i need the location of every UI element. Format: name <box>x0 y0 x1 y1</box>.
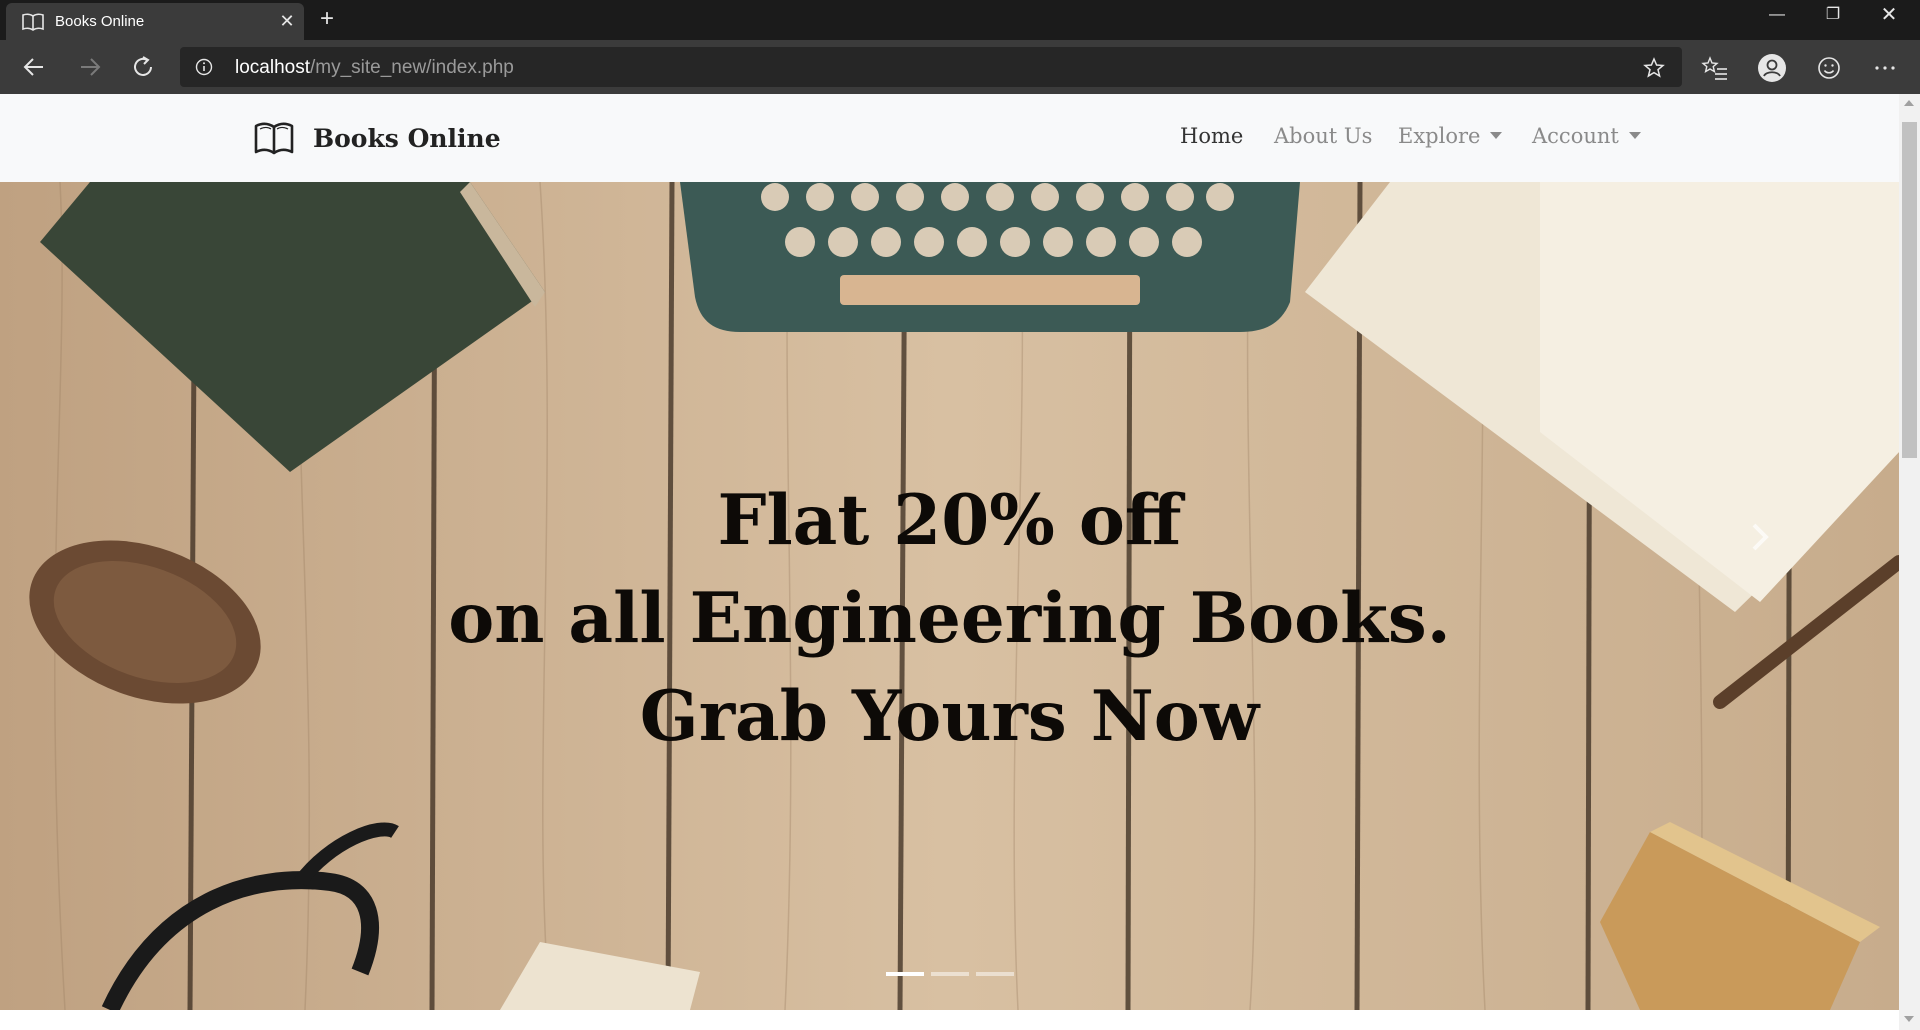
carousel-indicator[interactable] <box>931 972 969 976</box>
reload-icon[interactable] <box>126 50 162 84</box>
scroll-down-arrow-icon[interactable] <box>1904 1016 1914 1022</box>
chevron-right-icon[interactable] <box>1740 517 1780 557</box>
scroll-thumb[interactable] <box>1902 122 1917 458</box>
site-navbar: Books Online Home About Us Explore Accou… <box>0 94 1899 182</box>
tab-close-icon[interactable]: ✕ <box>277 11 297 31</box>
browser-tab[interactable]: Books Online ✕ <box>6 3 304 40</box>
brand-name: Books Online <box>313 124 501 153</box>
back-arrow-icon[interactable] <box>16 50 52 84</box>
book-open-icon <box>254 122 294 155</box>
nav-about-link[interactable]: About Us <box>1274 124 1372 148</box>
close-window-button[interactable]: ✕ <box>1866 0 1912 32</box>
more-icon[interactable] <box>1870 53 1900 83</box>
nav-account-dropdown[interactable]: Account <box>1532 124 1641 148</box>
forward-arrow-icon[interactable] <box>72 50 108 84</box>
hero-line-3: Grab Yours Now <box>639 676 1260 757</box>
new-tab-button[interactable]: + <box>314 6 340 32</box>
hero-caption: Flat 20% off on all Engineering Books. G… <box>0 472 1899 766</box>
maximize-button[interactable]: ❐ <box>1810 0 1856 32</box>
browser-tab-bar: Books Online ✕ + — ❐ ✕ <box>0 0 1920 40</box>
nav-about-label: About Us <box>1274 124 1373 148</box>
info-icon[interactable] <box>195 58 213 76</box>
carousel-indicator[interactable] <box>886 972 924 976</box>
browser-toolbar: localhost/my_site_new/index.php <box>0 40 1920 94</box>
page-content-below <box>0 1010 1899 1030</box>
caret-down-icon <box>1628 132 1641 139</box>
tab-title: Books Online <box>55 13 145 30</box>
url-text[interactable]: localhost/my_site_new/index.php <box>235 57 514 79</box>
feedback-icon[interactable] <box>1814 53 1844 83</box>
page-scrollbar[interactable] <box>1899 94 1920 1030</box>
favorites-icon[interactable] <box>1700 53 1730 83</box>
star-icon[interactable] <box>1642 56 1666 80</box>
nav-home-link[interactable]: Home <box>1180 124 1243 148</box>
nav-home-label: Home <box>1180 124 1244 148</box>
url-host: localhost <box>235 57 310 78</box>
nav-explore-dropdown[interactable]: Explore <box>1398 124 1503 148</box>
page-viewport: Books Online Home About Us Explore Accou… <box>0 94 1899 1030</box>
caret-down-icon <box>1490 132 1503 139</box>
address-bar[interactable]: localhost/my_site_new/index.php <box>180 47 1682 87</box>
hero-line-1: Flat 20% off <box>717 480 1182 561</box>
profile-icon[interactable] <box>1757 53 1787 83</box>
carousel-indicator[interactable] <box>976 972 1014 976</box>
hero-carousel: Flat 20% off on all Engineering Books. G… <box>0 182 1899 1010</box>
hero-line-2: on all Engineering Books. <box>448 578 1451 659</box>
book-open-icon <box>22 13 44 31</box>
minimize-button[interactable]: — <box>1754 0 1800 32</box>
scroll-up-arrow-icon[interactable] <box>1904 100 1914 106</box>
nav-account-label: Account <box>1532 124 1619 148</box>
url-path: /my_site_new/index.php <box>310 57 514 78</box>
nav-explore-label: Explore <box>1398 124 1481 148</box>
